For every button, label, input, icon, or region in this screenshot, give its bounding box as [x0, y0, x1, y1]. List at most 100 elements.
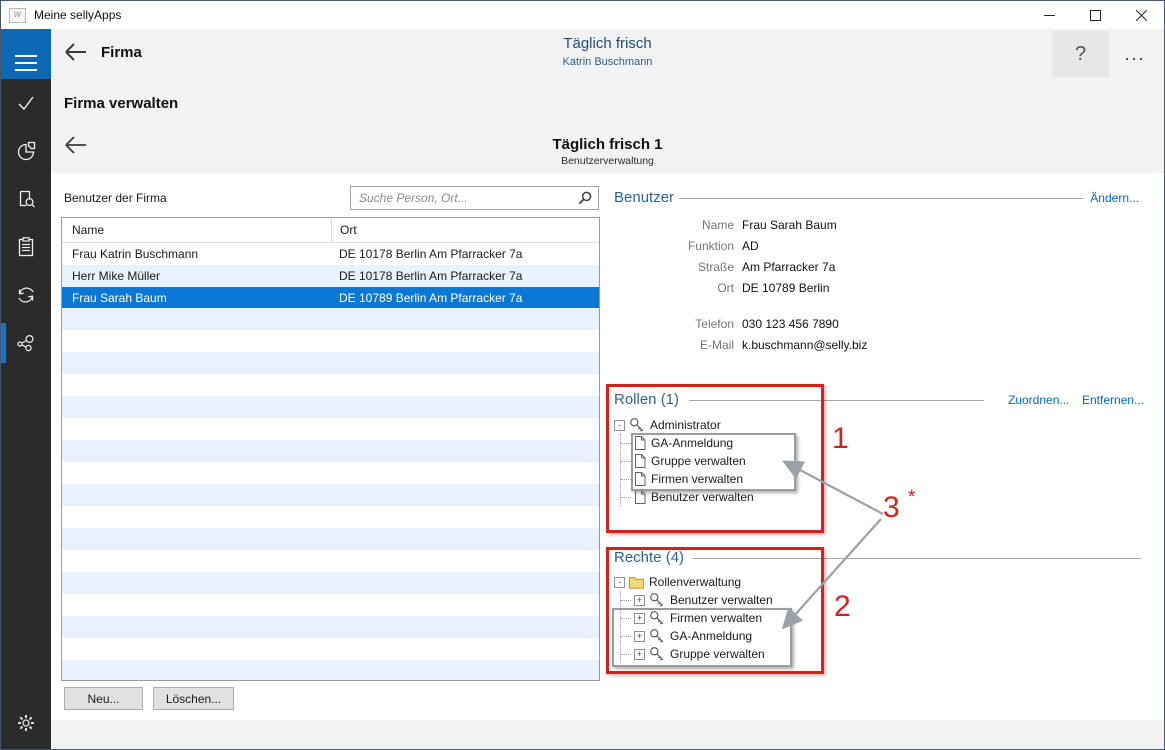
collapse-expander[interactable]: -	[614, 577, 625, 588]
help-button[interactable]: ?	[1052, 31, 1109, 77]
tree-node-label: Firmen verwalten	[670, 611, 762, 625]
collapse-expander[interactable]: -	[614, 420, 625, 431]
tree-node-right[interactable]: Firmen verwalten	[621, 470, 754, 488]
sidebar-item-orders[interactable]	[1, 223, 51, 271]
app-logo-icon: w	[9, 8, 26, 23]
key-icon	[629, 417, 645, 433]
logged-in-user: Katrin Buschmann	[51, 56, 1164, 68]
cell-ort: DE 10789 Berlin Am Pfarracker 7a	[331, 291, 599, 305]
search-icon[interactable]	[578, 191, 592, 205]
close-button[interactable]	[1118, 1, 1164, 29]
delete-button[interactable]: Löschen...	[153, 687, 234, 710]
app-window: w Meine sellyApps Firma Täglich frisch K…	[0, 0, 1165, 750]
column-header-ort[interactable]: Ort	[331, 218, 599, 242]
annotation-number-2: 2	[834, 590, 851, 624]
field-strasse: Straße Am Pfarracker 7a	[614, 256, 1034, 277]
new-button[interactable]: Neu...	[64, 687, 143, 710]
annotation-number-1: 1	[832, 422, 849, 456]
field-label: Name	[614, 218, 742, 232]
remove-link[interactable]: Entfernen...	[1082, 393, 1144, 407]
table-row[interactable]: Herr Mike Müller DE 10178 Berlin Am Pfar…	[62, 265, 599, 287]
tree-node-label: Administrator	[650, 418, 721, 432]
key-icon	[649, 628, 665, 644]
page-icon	[634, 490, 646, 504]
sidebar-item-reports[interactable]	[1, 127, 51, 175]
sidebar-nav	[1, 79, 51, 749]
rechte-divider	[693, 558, 1141, 559]
search-box	[350, 186, 599, 210]
assign-link[interactable]: Zuordnen...	[1008, 393, 1069, 407]
field-label: Telefon	[614, 317, 742, 331]
field-funktion: Funktion AD	[614, 235, 1034, 256]
maximize-button[interactable]	[1072, 1, 1118, 29]
table-row[interactable]: Frau Sarah Baum DE 10789 Berlin Am Pfarr…	[62, 287, 599, 309]
maximize-icon	[1090, 10, 1101, 21]
benutzer-divider	[679, 198, 1083, 199]
settings-button[interactable]	[1, 703, 51, 743]
company-name: Täglich frisch	[51, 35, 1164, 52]
tree-node-label: Firmen verwalten	[651, 472, 743, 486]
tree-node-recht[interactable]: + Benutzer verwalten	[621, 591, 773, 609]
catalog-search-icon	[15, 188, 37, 210]
page-icon	[634, 436, 646, 450]
tree-node-administrator[interactable]: - Administrator	[614, 416, 754, 434]
detail-title: Täglich frisch 1	[51, 136, 1164, 153]
field-value: DE 10789 Berlin	[742, 281, 829, 295]
page-icon	[634, 472, 646, 486]
expand-expander[interactable]: +	[634, 631, 645, 642]
column-header-name[interactable]: Name	[62, 218, 331, 242]
benutzer-heading: Benutzer	[614, 189, 674, 206]
expand-expander[interactable]: +	[634, 649, 645, 660]
tree-node-right[interactable]: Benutzer verwalten	[621, 488, 754, 506]
page-icon	[634, 454, 646, 468]
table-row[interactable]: Frau Katrin Buschmann DE 10178 Berlin Am…	[62, 243, 599, 265]
tree-node-label: GA-Anmeldung	[670, 629, 752, 643]
rollen-tree: - Administrator GA-Anmeldung	[614, 416, 754, 506]
pie-chart-icon	[15, 140, 37, 162]
tree-node-label: Benutzer verwalten	[670, 593, 773, 607]
sidebar-item-roles[interactable]	[1, 319, 51, 367]
field-telefon: Telefon 030 123 456 7890	[614, 313, 1034, 334]
clipboard-icon	[15, 236, 37, 258]
rollen-heading: Rollen (1)	[614, 391, 679, 408]
more-options-button[interactable]: ...	[1114, 31, 1156, 77]
user-details-fields: Name Frau Sarah Baum Funktion AD Straße …	[614, 214, 1034, 355]
sidebar-item-catalog[interactable]	[1, 175, 51, 223]
tree-node-right[interactable]: Gruppe verwalten	[621, 452, 754, 470]
close-icon	[1136, 10, 1147, 21]
expand-expander[interactable]: +	[634, 613, 645, 624]
sync-icon	[15, 284, 37, 306]
tree-node-recht[interactable]: + Firmen verwalten	[621, 609, 773, 627]
cell-ort: DE 10178 Berlin Am Pfarracker 7a	[331, 269, 599, 283]
tree-node-recht[interactable]: + GA-Anmeldung	[621, 627, 773, 645]
arrow-to-rollen	[785, 462, 883, 514]
tree-node-label: GA-Anmeldung	[651, 436, 733, 450]
cell-name: Frau Katrin Buschmann	[62, 247, 331, 261]
empty-rows-area	[62, 308, 599, 680]
search-input[interactable]	[350, 186, 599, 210]
hamburger-menu-button[interactable]	[1, 29, 51, 79]
tree-node-rollenverwaltung[interactable]: - Rollenverwaltung	[614, 573, 773, 591]
rollen-tree-children: GA-Anmeldung Gruppe verwalten Firmen ver…	[620, 434, 754, 506]
expand-expander[interactable]: +	[634, 595, 645, 606]
rechte-tree: - Rollenverwaltung + Benutzer verwalten …	[614, 573, 773, 663]
field-value: Frau Sarah Baum	[742, 218, 837, 232]
sidebar-item-tasks[interactable]	[1, 79, 51, 127]
tree-node-label: Rollenverwaltung	[649, 575, 741, 589]
field-label: Funktion	[614, 239, 742, 253]
tree-node-right[interactable]: GA-Anmeldung	[621, 434, 754, 452]
change-link[interactable]: Ändern...	[1090, 191, 1139, 205]
footer-band	[51, 720, 1164, 749]
field-name: Name Frau Sarah Baum	[614, 214, 1034, 235]
minimize-button[interactable]	[1026, 1, 1072, 29]
field-value: Am Pfarracker 7a	[742, 260, 835, 274]
key-icon	[649, 646, 665, 662]
rechte-tree-children: + Benutzer verwalten + Firmen verwalten …	[620, 591, 773, 663]
app-header: Firma Täglich frisch Katrin Buschmann ? …	[1, 29, 1164, 79]
rollen-divider	[689, 400, 984, 401]
field-label: E-Mail	[614, 338, 742, 352]
sidebar-item-sync[interactable]	[1, 271, 51, 319]
field-ort: Ort DE 10789 Berlin	[614, 277, 1034, 298]
detail-subtitle: Benutzerverwaltung	[51, 155, 1164, 167]
tree-node-recht[interactable]: + Gruppe verwalten	[621, 645, 773, 663]
